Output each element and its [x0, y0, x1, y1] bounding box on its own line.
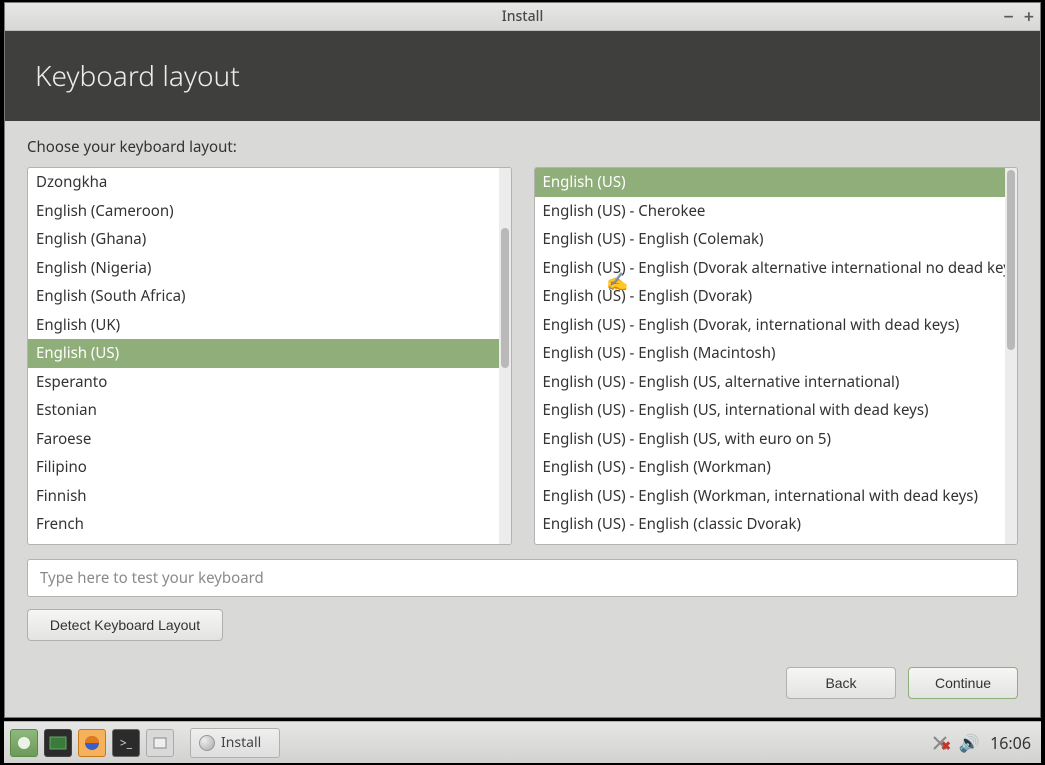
list-item[interactable]: English (UK)	[28, 311, 511, 340]
list-item[interactable]: English (Ghana)	[28, 225, 511, 254]
page-title: Keyboard layout	[35, 57, 240, 95]
volume-icon[interactable]: 🔊	[959, 731, 980, 754]
terminal-icon[interactable]: >_	[112, 729, 140, 757]
list-item[interactable]: Estonian	[28, 396, 511, 425]
scrollbar-thumb[interactable]	[1007, 170, 1015, 350]
taskbar-window-button[interactable]: Install	[190, 728, 280, 758]
list-item[interactable]: English (US) - English (Workman, interna…	[535, 482, 1018, 511]
list-item[interactable]: English (US) - English (US, with euro on…	[535, 425, 1018, 454]
instruction-label: Choose your keyboard layout:	[27, 137, 1018, 157]
list-item[interactable]: English (Cameroon)	[28, 197, 511, 226]
list-item[interactable]: English (US) - English (Macintosh)	[535, 339, 1018, 368]
layout-lists: DzongkhaEnglish (Cameroon)English (Ghana…	[27, 167, 1018, 545]
clock[interactable]: 16:06	[990, 732, 1031, 754]
window-controls: − +	[1003, 3, 1034, 30]
list-item[interactable]: Filipino	[28, 453, 511, 482]
system-tray: ✖ 🔊 16:06	[931, 731, 1035, 754]
header-band: Keyboard layout	[5, 31, 1040, 121]
list-item[interactable]: English (US) - English (US, alternative …	[535, 368, 1018, 397]
list-item[interactable]: English (US) - English (Workman)	[535, 453, 1018, 482]
installer-window: Install − + Keyboard layout Choose your …	[4, 2, 1041, 718]
scrollbar[interactable]	[1005, 168, 1017, 544]
list-item[interactable]: English (US) - English (Colemak)	[535, 225, 1018, 254]
list-item[interactable]: English (Nigeria)	[28, 254, 511, 283]
files-icon[interactable]	[146, 729, 174, 757]
installer-disc-icon	[199, 735, 215, 751]
firefox-icon[interactable]	[78, 729, 106, 757]
network-disconnected-icon[interactable]: ✖	[931, 734, 949, 752]
list-item[interactable]: English (US) - English (classic Dvorak)	[535, 510, 1018, 539]
list-item[interactable]: Faroese	[28, 425, 511, 454]
scrollbar[interactable]	[499, 168, 511, 544]
taskbar-window-label: Install	[221, 733, 261, 752]
menu-icon[interactable]	[10, 729, 38, 757]
continue-button[interactable]: Continue	[908, 667, 1018, 699]
list-item[interactable]: English (South Africa)	[28, 282, 511, 311]
minimize-icon[interactable]: −	[1003, 8, 1013, 26]
list-item[interactable]: Esperanto	[28, 368, 511, 397]
titlebar[interactable]: Install − +	[5, 3, 1040, 31]
list-item[interactable]: English (US)	[28, 339, 511, 368]
show-desktop-icon[interactable]	[44, 729, 72, 757]
scrollbar-thumb[interactable]	[501, 228, 509, 368]
list-item[interactable]: English (US) - English (Dvorak alternati…	[535, 254, 1018, 283]
language-listbox[interactable]: DzongkhaEnglish (Cameroon)English (Ghana…	[27, 167, 512, 545]
list-item[interactable]: English (US) - English (Dvorak, internat…	[535, 311, 1018, 340]
window-title: Install	[502, 7, 543, 26]
list-item[interactable]: English (US) - English (Dvorak)	[535, 282, 1018, 311]
taskbar: >_ Install ✖ 🔊 16:06	[4, 721, 1041, 763]
list-item[interactable]: English (US) - Cherokee	[535, 197, 1018, 226]
list-item[interactable]: English (US) - English (US, internationa…	[535, 396, 1018, 425]
list-item[interactable]: English (US)	[535, 168, 1018, 197]
nav-row: Back Continue	[27, 641, 1018, 699]
keyboard-test-input[interactable]	[27, 559, 1018, 597]
list-item[interactable]: Finnish	[28, 482, 511, 511]
maximize-icon[interactable]: +	[1024, 8, 1034, 26]
list-item[interactable]: French	[28, 510, 511, 539]
content-area: Choose your keyboard layout: DzongkhaEng…	[5, 121, 1040, 717]
detect-layout-button[interactable]: Detect Keyboard Layout	[27, 609, 223, 641]
list-item[interactable]: Dzongkha	[28, 168, 511, 197]
back-button[interactable]: Back	[786, 667, 896, 699]
variant-listbox[interactable]: English (US)English (US) - CherokeeEngli…	[534, 167, 1019, 545]
